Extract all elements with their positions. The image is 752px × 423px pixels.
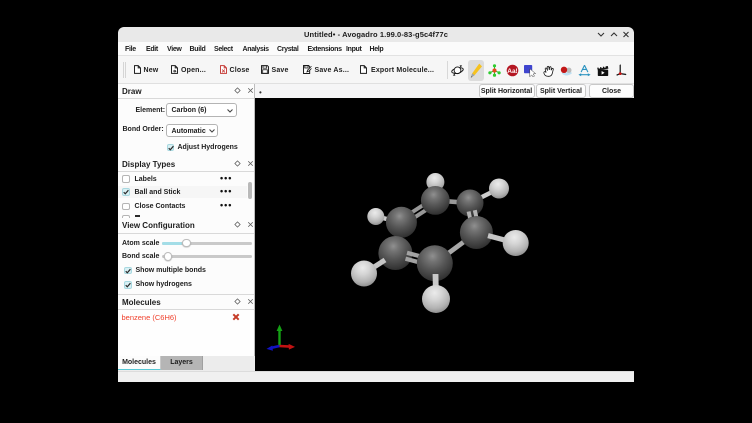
svg-text:Aa!: Aa! bbox=[507, 68, 517, 75]
